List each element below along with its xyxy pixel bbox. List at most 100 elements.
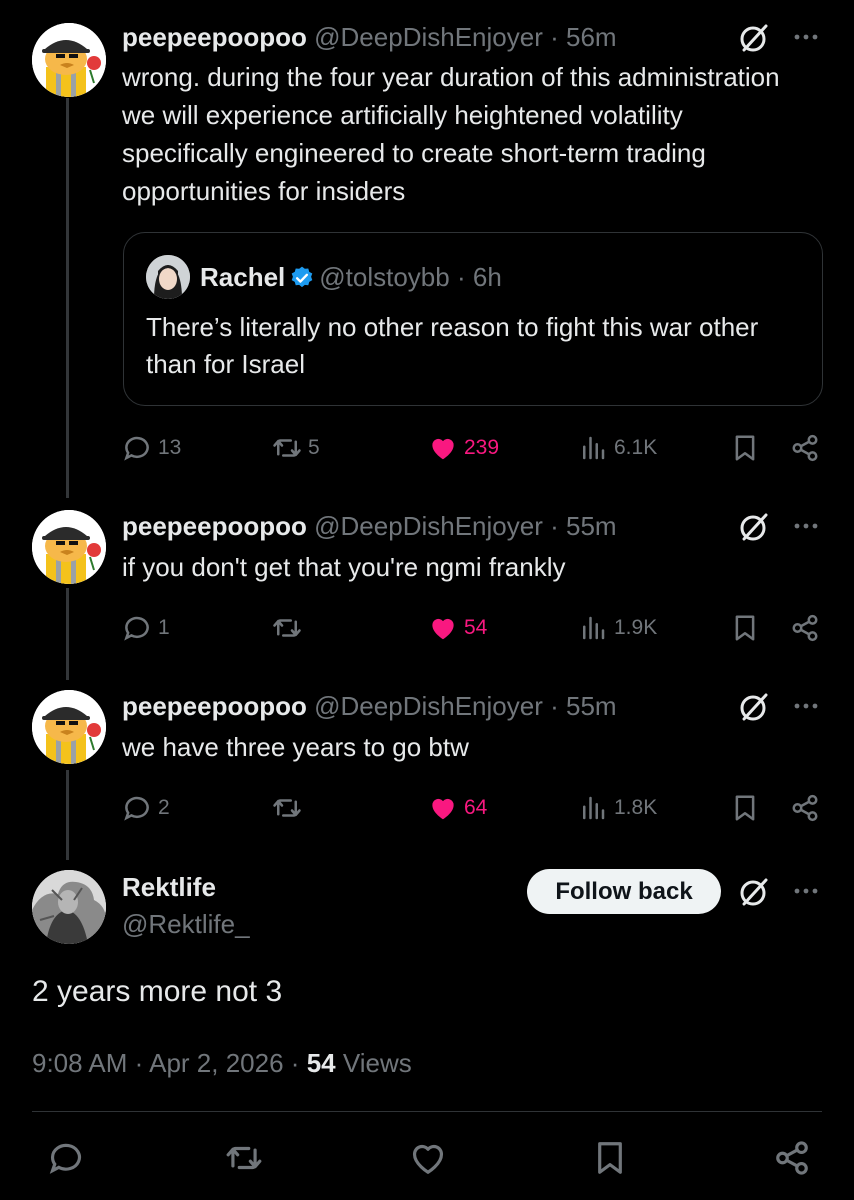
like-button[interactable]: 54 — [428, 610, 487, 646]
avatar-image — [32, 23, 106, 97]
separator-dot: · — [456, 262, 466, 292]
main-avatar[interactable] — [32, 870, 106, 944]
reply-tweet-1[interactable]: peepeepoopoo @DeepDishEnjoyer · 56m wron… — [0, 0, 854, 490]
repost-button[interactable] — [222, 1136, 266, 1180]
reply-tweet-2[interactable]: peepeepoopoo @DeepDishEnjoyer · 55m if y… — [0, 500, 854, 670]
display-name[interactable]: peepeepoopoo — [122, 22, 307, 52]
separator-dot: · — [550, 511, 559, 541]
post-metadata: 9:08 AM · Apr 2, 2026 · 54 Views — [32, 1045, 412, 1081]
handle[interactable]: @DeepDishEnjoyer — [314, 691, 543, 721]
bookmark-button[interactable] — [588, 1136, 632, 1180]
separator-dot: · — [134, 1048, 144, 1078]
handle[interactable]: @DeepDishEnjoyer — [314, 511, 543, 541]
tweet-header: peepeepoopoo @DeepDishEnjoyer · 55m — [122, 508, 617, 544]
views-button[interactable]: 6.1K — [578, 430, 657, 466]
quote-handle[interactable]: @tolstoybb — [319, 262, 449, 292]
quote-display-name[interactable]: Rachel — [200, 262, 285, 292]
reply-count: 2 — [158, 796, 170, 819]
bookmark-button[interactable] — [730, 430, 766, 466]
share-icon — [792, 614, 818, 642]
like-icon — [432, 618, 454, 640]
repost-button[interactable] — [272, 790, 308, 826]
like-button[interactable]: 64 — [428, 790, 487, 826]
grok-icon[interactable] — [738, 876, 770, 908]
share-icon — [792, 794, 818, 822]
avatar[interactable] — [32, 23, 106, 97]
bookmark-icon — [735, 435, 755, 461]
bookmark-button[interactable] — [730, 610, 766, 646]
grok-icon[interactable] — [738, 511, 770, 543]
like-count: 239 — [464, 436, 500, 459]
reply-button[interactable] — [44, 1136, 88, 1180]
separator-dot: · — [550, 691, 559, 721]
share-button[interactable] — [790, 430, 826, 466]
reply-icon — [124, 796, 149, 821]
more-icon[interactable] — [791, 876, 821, 906]
bookmark-button[interactable] — [730, 790, 766, 826]
more-icon[interactable] — [791, 691, 821, 721]
quote-text: There’s literally no other reason to fig… — [146, 312, 759, 379]
more-icon[interactable] — [791, 22, 821, 52]
more-icon[interactable] — [791, 511, 821, 541]
like-icon — [412, 1144, 444, 1174]
share-button[interactable] — [790, 790, 826, 826]
main-handle[interactable]: @Rektlife_ — [122, 907, 250, 941]
tweet-header: peepeepoopoo @DeepDishEnjoyer · 55m — [122, 688, 617, 724]
tweet-text: we have three years to go btw — [122, 732, 469, 762]
repost-button[interactable] — [272, 610, 308, 646]
views-count[interactable]: 54 — [307, 1048, 336, 1078]
avatar[interactable] — [32, 510, 106, 584]
timestamp[interactable]: 55m — [566, 511, 617, 541]
views-count: 6.1K — [614, 436, 658, 459]
views-count: 1.9K — [614, 616, 658, 639]
grok-icon[interactable] — [738, 691, 770, 723]
views-label: Views — [342, 1048, 412, 1078]
repost-icon — [273, 439, 301, 457]
repost-button[interactable]: 5 — [272, 430, 320, 466]
reply-button[interactable]: 13 — [122, 430, 181, 466]
share-icon — [792, 434, 818, 462]
views-count: 1.8K — [614, 796, 658, 819]
verified-icon — [291, 266, 313, 288]
reply-tweet-3[interactable]: peepeepoopoo @DeepDishEnjoyer · 55m we h… — [0, 680, 854, 850]
reply-icon — [124, 436, 149, 461]
share-button[interactable] — [790, 610, 826, 646]
quoted-tweet[interactable]: Rachel @tolstoybb · 6h There’s literally … — [123, 232, 823, 406]
follow-back-button[interactable]: Follow back — [527, 869, 721, 914]
repost-icon — [273, 619, 301, 637]
reply-count: 1 — [158, 616, 170, 639]
main-display-name[interactable]: Rektlife — [122, 870, 216, 904]
reply-button[interactable]: 2 — [122, 790, 170, 826]
grok-icon[interactable] — [738, 22, 770, 54]
timestamp[interactable]: 55m — [566, 691, 617, 721]
views-button[interactable]: 1.9K — [578, 610, 657, 646]
display-name[interactable]: peepeepoopoo — [122, 691, 307, 721]
bookmark-icon — [735, 795, 755, 821]
action-bar: 2 64 1.8K — [122, 790, 822, 826]
timestamp[interactable]: 56m — [566, 22, 617, 52]
tweet-text: wrong. during the four year duration of … — [122, 62, 780, 206]
tweet-text: if you don't get that you're ngmi frankl… — [122, 552, 566, 582]
quote-header: Rachel @tolstoybb · 6h — [200, 259, 502, 295]
avatar[interactable] — [32, 690, 106, 764]
handle[interactable]: @DeepDishEnjoyer — [314, 22, 543, 52]
like-button[interactable]: 239 — [428, 430, 499, 466]
action-bar: 13 5 239 6.1K — [122, 430, 822, 466]
share-button[interactable] — [770, 1136, 814, 1180]
display-name[interactable]: peepeepoopoo — [122, 511, 307, 541]
bookmark-icon — [735, 615, 755, 641]
views-button[interactable]: 1.8K — [578, 790, 657, 826]
post-date[interactable]: Apr 2, 2026 — [149, 1048, 283, 1078]
reply-button[interactable]: 1 — [122, 610, 170, 646]
like-button[interactable] — [406, 1136, 450, 1180]
quote-avatar — [146, 255, 190, 299]
post-action-bar — [0, 1136, 854, 1184]
post-time[interactable]: 9:08 AM — [32, 1048, 127, 1078]
like-count: 64 — [464, 796, 488, 819]
like-icon — [432, 798, 454, 820]
main-post-text: 2 years more not 3 — [32, 975, 283, 1008]
reply-count: 13 — [158, 436, 182, 459]
quote-timestamp[interactable]: 6h — [473, 262, 502, 292]
action-bar: 1 54 1.9K — [122, 610, 822, 646]
views-icon — [583, 436, 605, 460]
